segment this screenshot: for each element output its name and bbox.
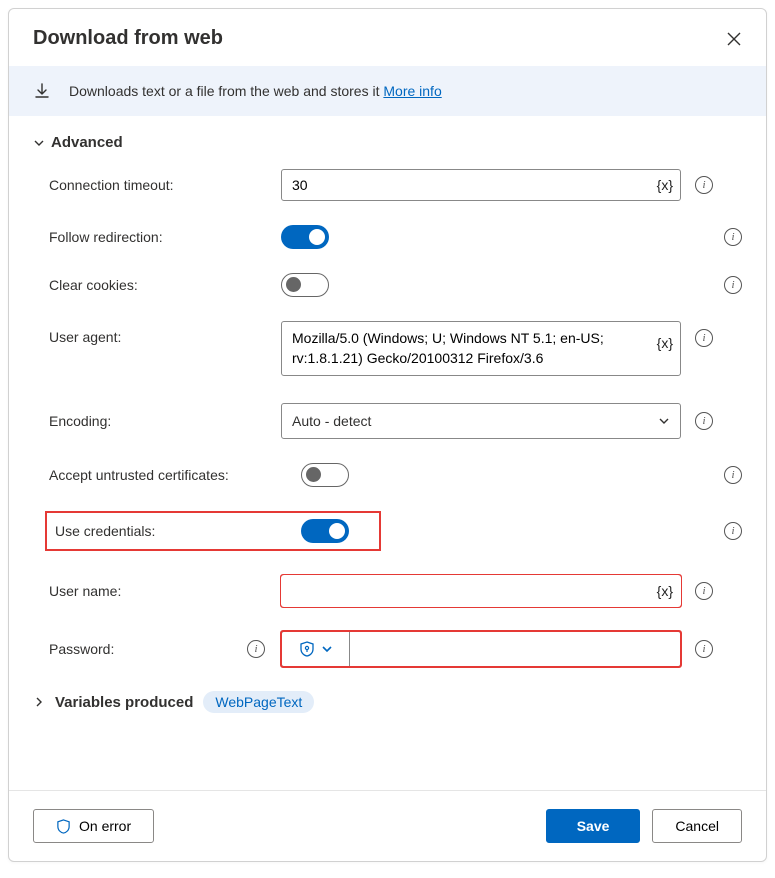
credential-picker-button[interactable] — [281, 631, 349, 667]
encoding-value: Auto - detect — [292, 413, 371, 429]
info-icon[interactable]: i — [724, 522, 742, 540]
password-input[interactable] — [349, 631, 681, 667]
encoding-select[interactable]: Auto - detect — [281, 403, 681, 439]
insert-variable-icon[interactable]: {x} — [657, 583, 673, 599]
dialog-body: Advanced Connection timeout: {x} i Follo… — [9, 116, 766, 790]
insert-variable-icon[interactable]: {x} — [657, 335, 673, 351]
follow-redirection-row: Follow redirection: i — [33, 225, 742, 249]
encoding-label: Encoding: — [49, 413, 281, 429]
dialog-footer: On error Save Cancel — [9, 790, 766, 861]
password-row: Password: i i — [33, 631, 742, 667]
banner-text-content: Downloads text or a file from the web an… — [69, 83, 383, 99]
shield-lock-icon — [299, 641, 315, 657]
connection-timeout-row: Connection timeout: {x} i — [33, 169, 742, 201]
more-info-link[interactable]: More info — [383, 83, 441, 99]
password-label-text: Password: — [49, 641, 114, 657]
on-error-label: On error — [79, 818, 131, 834]
save-button[interactable]: Save — [546, 809, 641, 843]
user-name-input[interactable] — [281, 575, 681, 607]
variables-produced-label: Variables produced — [55, 694, 193, 711]
dialog: Download from web Downloads text or a fi… — [8, 8, 767, 862]
info-icon[interactable]: i — [695, 412, 713, 430]
user-agent-row: User agent: {x} i — [33, 321, 742, 379]
info-banner: Downloads text or a file from the web an… — [9, 66, 766, 116]
info-icon[interactable]: i — [695, 176, 713, 194]
follow-redirection-toggle[interactable] — [281, 225, 329, 249]
encoding-row: Encoding: Auto - detect i — [33, 403, 742, 439]
accept-untrusted-label: Accept untrusted certificates: — [49, 467, 301, 483]
dialog-header: Download from web — [9, 9, 766, 66]
chevron-down-icon — [658, 415, 670, 427]
info-icon[interactable]: i — [695, 582, 713, 600]
dialog-title: Download from web — [33, 27, 223, 50]
connection-timeout-input[interactable] — [281, 169, 681, 201]
accept-untrusted-row: Accept untrusted certificates: i — [33, 463, 742, 487]
info-icon[interactable]: i — [695, 640, 713, 658]
variables-produced-toggle[interactable]: Variables produced WebPageText — [33, 691, 742, 713]
chevron-down-icon — [321, 643, 333, 655]
chevron-down-icon — [33, 137, 45, 149]
advanced-section-toggle[interactable]: Advanced — [33, 134, 742, 151]
clear-cookies-row: Clear cookies: i — [33, 273, 742, 297]
shield-icon — [56, 819, 71, 834]
clear-cookies-label: Clear cookies: — [49, 277, 281, 293]
password-label: Password: i — [49, 640, 281, 658]
advanced-label: Advanced — [51, 134, 123, 151]
connection-timeout-label: Connection timeout: — [49, 177, 281, 193]
chevron-right-icon — [33, 696, 45, 708]
on-error-button[interactable]: On error — [33, 809, 154, 843]
use-credentials-toggle[interactable] — [301, 519, 349, 543]
info-icon[interactable]: i — [724, 276, 742, 294]
accept-untrusted-toggle[interactable] — [301, 463, 349, 487]
info-icon[interactable]: i — [247, 640, 265, 658]
info-icon[interactable]: i — [724, 466, 742, 484]
user-name-label: User name: — [49, 583, 281, 599]
clear-cookies-toggle[interactable] — [281, 273, 329, 297]
use-credentials-row: Use credentials: i — [45, 511, 742, 551]
download-icon — [33, 82, 51, 100]
user-agent-label: User agent: — [49, 321, 281, 345]
cancel-button[interactable]: Cancel — [652, 809, 742, 843]
info-icon[interactable]: i — [695, 329, 713, 347]
info-icon[interactable]: i — [724, 228, 742, 246]
close-button[interactable] — [726, 31, 742, 47]
use-credentials-label: Use credentials: — [51, 523, 301, 539]
insert-variable-icon[interactable]: {x} — [657, 177, 673, 193]
variable-chip[interactable]: WebPageText — [203, 691, 314, 713]
banner-text: Downloads text or a file from the web an… — [69, 83, 442, 99]
user-agent-input[interactable] — [281, 321, 681, 376]
user-name-row: User name: {x} i — [33, 575, 742, 607]
close-icon — [727, 32, 741, 46]
follow-redirection-label: Follow redirection: — [49, 229, 281, 245]
